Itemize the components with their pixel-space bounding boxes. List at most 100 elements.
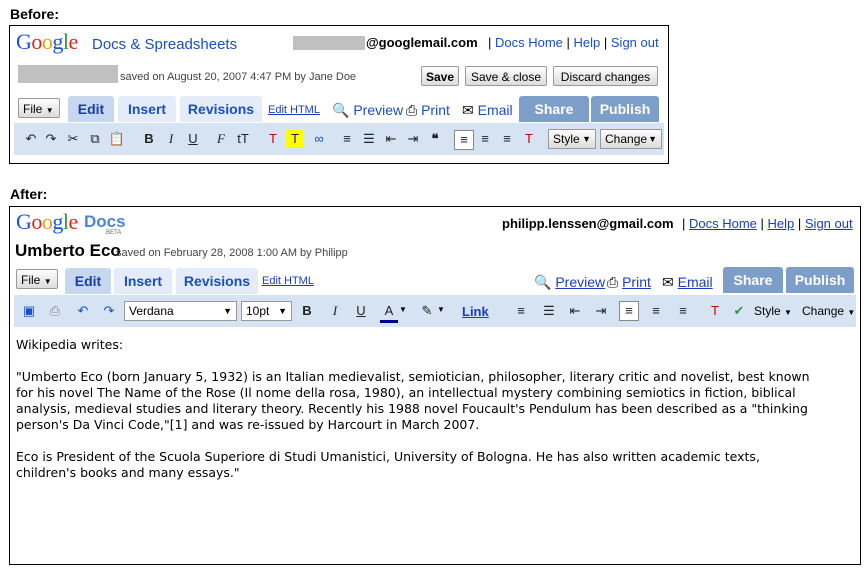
formatting-toolbar: ▣ ⎙ ↶ ↷ Verdana ▼ 10pt ▼ B I U A ▼ ✎ ▼ Lin… <box>14 295 856 327</box>
numbered-list-icon[interactable]: ≡ <box>338 130 356 148</box>
sign-out-link[interactable]: Sign out <box>805 216 853 231</box>
paragraph-line: Eco is President of the Scuola Superiore… <box>16 449 760 464</box>
underline-icon[interactable]: U <box>184 130 202 148</box>
align-right-icon[interactable]: ≡ <box>674 302 692 320</box>
preview-icon: 🔍 <box>534 274 552 290</box>
underline-icon[interactable]: U <box>352 302 370 320</box>
after-screenshot: Google Docs BETA philipp.lenssen@gmail.c… <box>9 206 861 565</box>
redo-icon[interactable]: ↷ <box>42 130 60 148</box>
tab-edit[interactable]: Edit <box>65 268 111 294</box>
tab-revisions[interactable]: Revisions <box>176 268 258 294</box>
document-title[interactable]: Umberto Eco <box>15 241 121 261</box>
style-dropdown[interactable]: Style ▼ <box>754 304 792 318</box>
font-size-select[interactable]: 10pt ▼ <box>241 301 292 321</box>
edit-html-link[interactable]: Edit HTML <box>268 104 320 116</box>
quote-icon[interactable]: ❝ <box>426 130 444 148</box>
cut-icon[interactable]: ✂ <box>64 130 82 148</box>
help-link[interactable]: Help <box>768 216 795 231</box>
print-icon: ⎙ <box>607 274 619 290</box>
italic-icon[interactable]: I <box>326 302 344 320</box>
font-family-select[interactable]: Verdana ▼ <box>124 301 237 321</box>
align-center-icon[interactable]: ≡ <box>647 302 665 320</box>
numbered-list-icon[interactable]: ≡ <box>512 302 530 320</box>
docs-home-link[interactable]: Docs Home <box>495 35 563 50</box>
highlight-icon[interactable]: T <box>286 130 304 148</box>
tab-insert[interactable]: Insert <box>114 268 172 294</box>
redo-icon[interactable]: ↷ <box>100 302 118 320</box>
before-label: Before: <box>10 6 60 22</box>
email-icon: ✉ <box>662 274 674 290</box>
font-icon[interactable]: F <box>212 130 230 148</box>
paragraph-line: analysis, medieval studies and literary … <box>16 401 808 416</box>
product-name: Docs & Spreadsheets <box>92 36 238 53</box>
link-icon[interactable]: ∞ <box>310 130 328 148</box>
align-right-icon[interactable]: ≡ <box>498 130 516 148</box>
print-icon[interactable]: ⎙ <box>46 302 64 320</box>
tab-insert[interactable]: Insert <box>118 96 176 122</box>
file-menu-button[interactable]: File ▼ <box>18 98 60 118</box>
publish-button[interactable]: Publish <box>786 267 854 293</box>
print-icon: ⎙ <box>406 102 418 118</box>
tab-revisions[interactable]: Revisions <box>180 96 262 122</box>
tab-edit[interactable]: Edit <box>68 96 114 122</box>
help-link[interactable]: Help <box>574 35 601 50</box>
share-button[interactable]: Share <box>519 96 589 122</box>
insert-link-button[interactable]: Link <box>462 304 489 319</box>
preview-button[interactable]: 🔍 Preview <box>332 102 403 119</box>
clear-format-icon[interactable]: T <box>520 130 538 148</box>
docs-home-link[interactable]: Docs Home <box>689 216 757 231</box>
text-color-dropdown-icon[interactable]: ▼ <box>399 305 407 314</box>
saved-status: saved on August 20, 2007 4:47 PM by Jane… <box>120 71 357 83</box>
paragraph-line: "Umberto Eco (born January 5, 1932) is a… <box>16 369 810 384</box>
paragraph-line: children's books and many essays." <box>16 465 240 480</box>
style-dropdown[interactable]: Style ▼ <box>548 129 596 149</box>
redacted-username <box>293 36 365 50</box>
sign-out-link[interactable]: Sign out <box>611 35 659 50</box>
text-color-icon[interactable]: A <box>380 302 398 323</box>
preview-button[interactable]: 🔍 Preview <box>534 274 605 291</box>
paste-icon[interactable]: 📋 <box>108 130 126 148</box>
change-dropdown[interactable]: Change ▼ <box>802 304 855 318</box>
undo-icon[interactable]: ↶ <box>22 130 40 148</box>
italic-icon[interactable]: I <box>162 130 180 148</box>
account-email: @googlemail.com <box>366 35 478 50</box>
before-screenshot: Google Docs & Spreadsheets @googlemail.c… <box>9 25 669 164</box>
text-color-icon[interactable]: T <box>264 130 282 148</box>
save-close-button[interactable]: Save & close <box>465 66 547 86</box>
after-label: After: <box>10 186 48 202</box>
save-button[interactable]: Save <box>421 66 459 86</box>
paragraph-line: for his novel The Name of the Rose (Il n… <box>16 385 796 400</box>
spellcheck-icon[interactable]: ✔ <box>730 302 748 320</box>
document-body[interactable]: Wikipedia writes: "Umberto Eco (born Jan… <box>10 329 860 564</box>
email-button[interactable]: ✉ Email <box>662 274 713 291</box>
font-size-icon[interactable]: tT <box>234 130 252 148</box>
decrease-indent-icon[interactable]: ⇤ <box>382 130 400 148</box>
highlight-icon[interactable]: ✎ <box>418 302 436 320</box>
highlight-dropdown-icon[interactable]: ▼ <box>437 305 445 314</box>
increase-indent-icon[interactable]: ⇥ <box>592 302 610 320</box>
redacted-title <box>18 65 118 83</box>
save-icon[interactable]: ▣ <box>20 302 38 320</box>
publish-button[interactable]: Publish <box>591 96 659 122</box>
bold-icon[interactable]: B <box>140 130 158 148</box>
copy-icon[interactable]: ⧉ <box>86 130 104 148</box>
increase-indent-icon[interactable]: ⇥ <box>404 130 422 148</box>
bulleted-list-icon[interactable]: ☰ <box>540 302 558 320</box>
decrease-indent-icon[interactable]: ⇤ <box>566 302 584 320</box>
print-button[interactable]: ⎙ Print <box>406 102 450 119</box>
undo-icon[interactable]: ↶ <box>74 302 92 320</box>
email-button[interactable]: ✉ Email <box>462 102 513 119</box>
bold-icon[interactable]: B <box>298 302 316 320</box>
bulleted-list-icon[interactable]: ☰ <box>360 130 378 148</box>
share-button[interactable]: Share <box>723 267 783 293</box>
edit-html-link[interactable]: Edit HTML <box>262 275 314 287</box>
align-left-icon[interactable]: ≡ <box>619 301 639 321</box>
print-button[interactable]: ⎙ Print <box>607 274 651 291</box>
clear-format-icon[interactable]: T <box>706 302 724 320</box>
paragraph: Wikipedia writes: <box>16 337 124 352</box>
align-center-icon[interactable]: ≡ <box>476 130 494 148</box>
file-menu-button[interactable]: File ▼ <box>16 269 58 289</box>
align-left-icon[interactable]: ≡ <box>454 130 474 150</box>
change-dropdown[interactable]: Change ▼ <box>600 129 662 149</box>
discard-changes-button[interactable]: Discard changes <box>553 66 658 86</box>
